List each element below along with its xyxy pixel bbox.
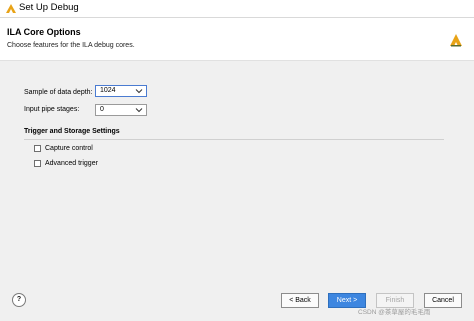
back-button[interactable]: < Back (281, 293, 319, 308)
trigger-section-title: Trigger and Storage Settings (24, 128, 120, 135)
checkbox-box[interactable] (34, 145, 41, 152)
chevron-down-icon (135, 108, 143, 113)
capture-control-label: Capture control (45, 145, 93, 152)
page-header: ILA Core Options Choose features for the… (0, 18, 474, 61)
pipe-stages-select[interactable]: 0 (95, 104, 147, 116)
sample-depth-label: Sample of data depth: (24, 89, 93, 96)
title-bar: Set Up Debug (0, 0, 474, 18)
advanced-trigger-label: Advanced trigger (45, 160, 98, 167)
chevron-down-icon (135, 89, 143, 94)
help-button[interactable]: ? (12, 293, 26, 307)
pipe-stages-value: 0 (100, 106, 104, 113)
window-title: Set Up Debug (19, 2, 79, 13)
checkbox-box[interactable] (34, 160, 41, 167)
page-subtitle: Choose features for the ILA debug cores. (7, 42, 135, 49)
pipe-stages-label: Input pipe stages: (24, 106, 80, 113)
xilinx-logo-icon (450, 34, 462, 47)
section-divider (24, 139, 444, 140)
sample-depth-value: 1024 (100, 87, 116, 94)
page-title: ILA Core Options (7, 27, 81, 37)
vivado-logo-icon (6, 4, 16, 13)
sample-depth-select[interactable]: 1024 (95, 85, 147, 97)
watermark-text: CSDN @茶草屋的毛毛雨 (358, 309, 431, 316)
